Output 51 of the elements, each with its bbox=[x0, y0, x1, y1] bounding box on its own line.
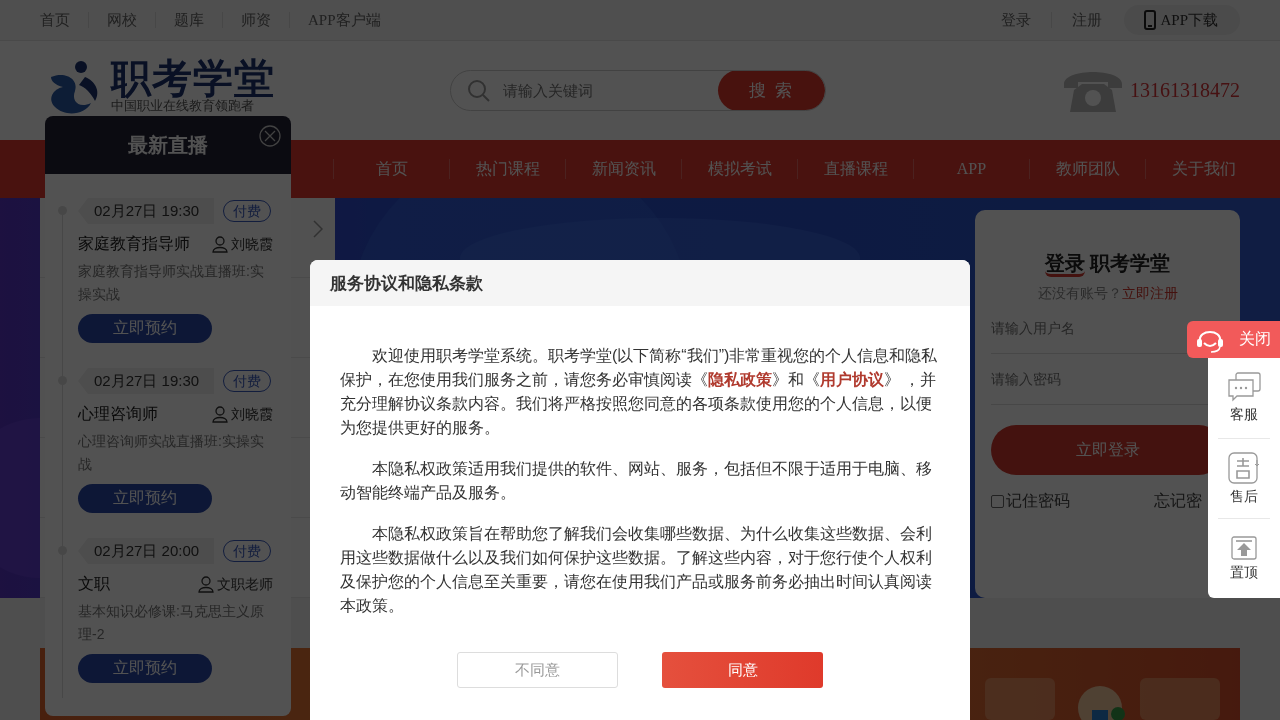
remember-checkbox[interactable] bbox=[991, 495, 1004, 508]
teacher-name: 刘晓霞 bbox=[231, 235, 273, 254]
app-download-button[interactable]: APP下载 bbox=[1124, 5, 1240, 35]
nav-link[interactable]: 关于我们 bbox=[1145, 159, 1261, 179]
search-button[interactable]: 搜 索 bbox=[718, 71, 825, 110]
nav-link[interactable]: 直播课程 bbox=[797, 159, 913, 179]
course-title: 文职 bbox=[78, 574, 110, 594]
nav-link[interactable]: 模拟考试 bbox=[681, 159, 797, 179]
reserve-button[interactable]: 立即预约 bbox=[78, 654, 212, 683]
chat-bubbles-icon bbox=[1227, 372, 1261, 402]
nav-link[interactable]: 热门课程 bbox=[449, 159, 565, 179]
arrow-up-box-icon bbox=[1231, 535, 1257, 560]
login-title: 职考学堂 bbox=[1088, 252, 1171, 274]
course-title: 心理咨询师 bbox=[78, 404, 158, 424]
nav-link[interactable]: 新闻资讯 bbox=[565, 159, 681, 179]
policy-link[interactable]: 用户协议 bbox=[820, 371, 884, 388]
chevron-right-icon bbox=[313, 220, 323, 238]
person-icon bbox=[198, 575, 214, 593]
policy-paragraph: 欢迎使用职考学堂系统。职考学堂(以下简称“我们”)非常重视您的个人信息和隐私保护，在您使用我们服务之前，请您务必审慎阅读《隐私政策》和《用户协议》 ，并充分理解协议条款内容。我们将严格按照您同意的各项条款使用您的个人信息，以便为您提供更好的服务。 bbox=[340, 346, 939, 438]
signup-link[interactable]: 立即注册 bbox=[1121, 285, 1178, 301]
mobile-phone-icon bbox=[1144, 10, 1157, 30]
reserve-button[interactable]: 立即预约 bbox=[78, 484, 212, 513]
dialog-title: 服务协议和隐私条款 bbox=[330, 272, 483, 295]
teacher-name: 文职老师 bbox=[217, 575, 273, 594]
phone-number: 13161318472 bbox=[1130, 79, 1240, 102]
panel-title: 最新直播 bbox=[128, 132, 208, 158]
logo-name: 职考学堂 bbox=[111, 57, 275, 99]
live-time: 02月27日 20:00 bbox=[78, 538, 215, 564]
float-item[interactable]: 售后 bbox=[1218, 438, 1270, 518]
agree-button[interactable]: 同意 bbox=[662, 652, 823, 688]
disagree-button[interactable]: 不同意 bbox=[457, 652, 618, 688]
remember-label: 记住密码 bbox=[1006, 491, 1070, 511]
nav-link[interactable]: APP bbox=[913, 159, 1029, 179]
float-item[interactable]: 置顶 bbox=[1218, 518, 1270, 598]
title-highlight: 登录 bbox=[1044, 252, 1085, 277]
close-float-button[interactable]: 关闭 bbox=[1187, 321, 1280, 358]
forgot-link[interactable]: 忘记密 bbox=[1154, 491, 1202, 512]
policy-paragraph: 本隐私权政策旨在帮助您了解我们会收集哪些数据、为什么收集这些数据、会利用这些数据做什么以及我们如何保护这些数据。了解这些内容，对于您行使个人权利及保护您的个人信息至关重要，请您在使用我们产品或服务前务必抽出时间认真阅读本政策。 bbox=[340, 524, 933, 616]
close-icon bbox=[259, 125, 281, 147]
nav-link[interactable]: 教师团队 bbox=[1029, 159, 1145, 179]
person-icon bbox=[212, 235, 228, 253]
live-time: 02月27日 19:30 bbox=[78, 198, 215, 224]
teacher-name: 刘晓霞 bbox=[231, 405, 273, 424]
policy-paragraph: 本隐私权政策适用我们提供的软件、网站、服务，包括但不限于适用于电脑、移动智能终端产品及服务。 bbox=[340, 459, 933, 503]
nav-link[interactable]: 首页 bbox=[333, 159, 449, 179]
search-icon bbox=[467, 78, 491, 103]
person-icon bbox=[212, 405, 228, 423]
course-title: 家庭教育指导师 bbox=[78, 234, 190, 254]
policy-link[interactable]: 隐私政策 bbox=[708, 371, 772, 388]
reserve-button[interactable]: 立即预约 bbox=[78, 314, 212, 343]
live-time: 02月27日 19:30 bbox=[78, 368, 215, 394]
